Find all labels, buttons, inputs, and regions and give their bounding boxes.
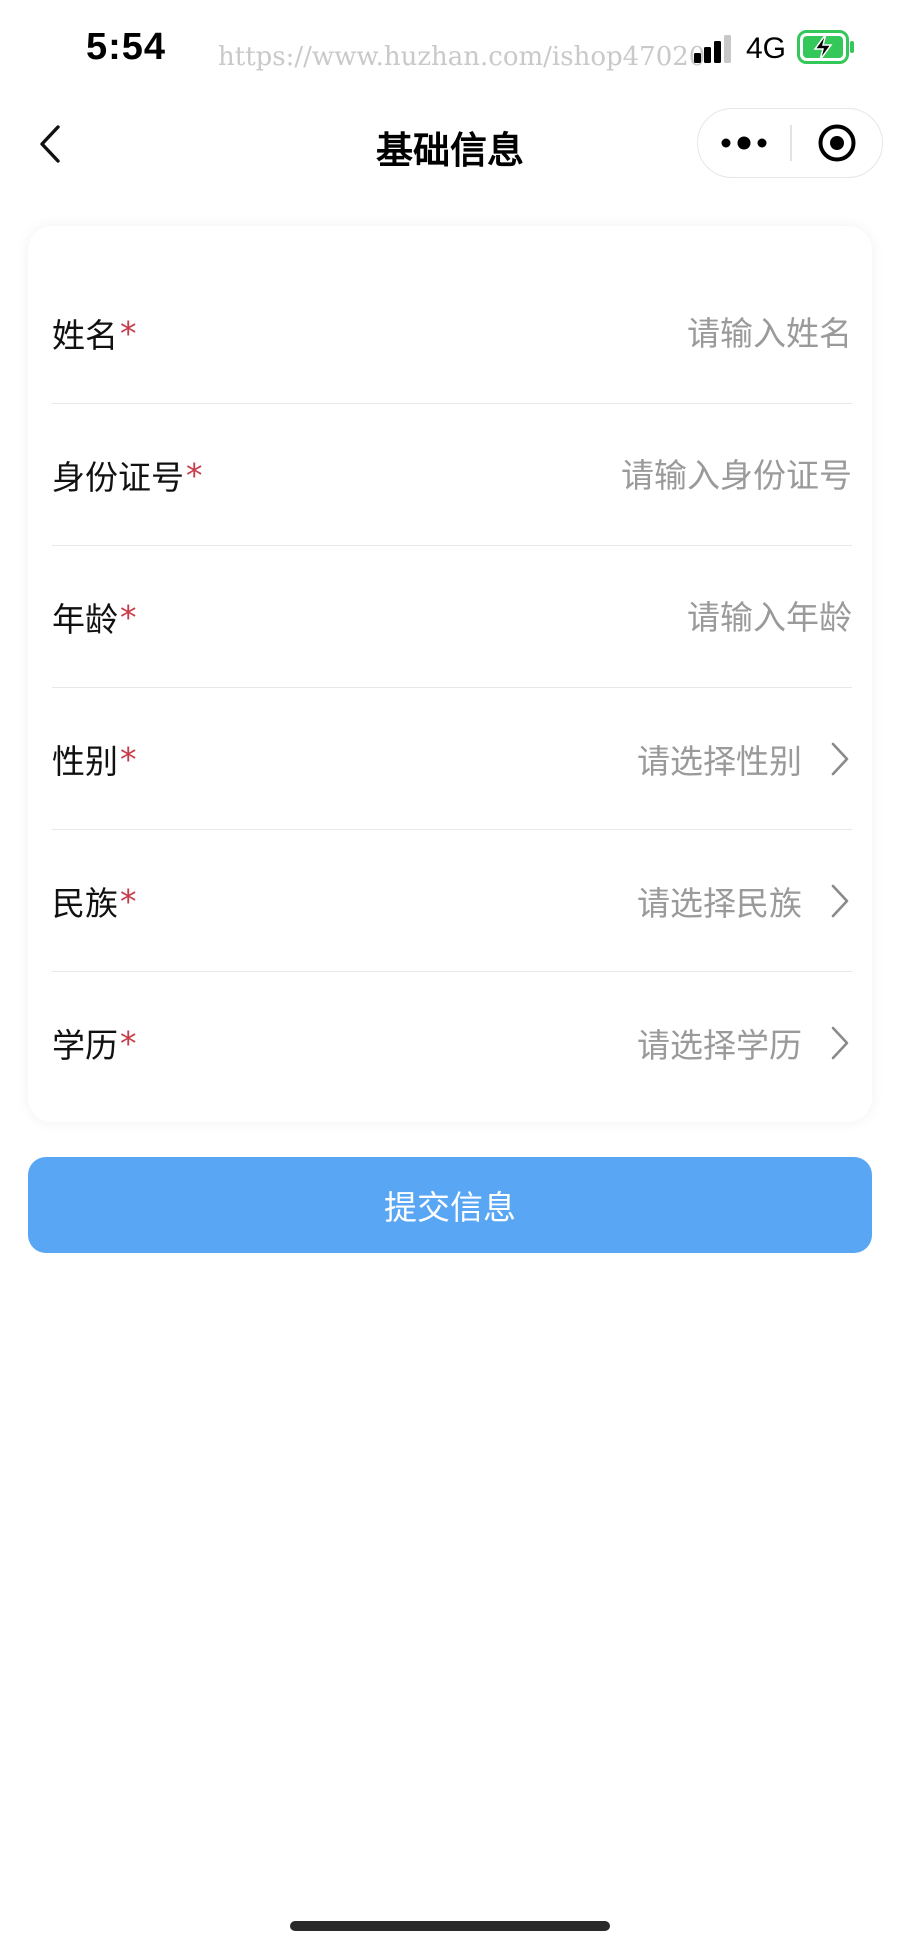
select-placeholder: 请选择学历 [637,1026,802,1065]
education-select[interactable]: 请选择学历 [637,972,852,1114]
required-mark: * [120,597,137,637]
mini-program-capsule [697,108,883,178]
field-label-text: 身份证号 [52,458,184,497]
more-dots-icon [721,136,767,149]
required-mark: * [120,313,137,353]
age-input[interactable] [432,586,852,648]
field-label: 性别 * [52,688,137,830]
required-mark: * [186,455,203,495]
required-mark: * [120,739,137,779]
form-row-name: 姓名 * [52,262,852,404]
battery-charging-icon [797,30,854,64]
required-mark: * [120,881,137,921]
form-row-education: 学历 * 请选择学历 [52,972,852,1114]
field-label: 姓名 * [52,262,137,404]
signal-bars-icon [694,35,731,63]
basic-info-form: 姓名* 身份证号* 年龄* 性别* 请选择性别 民族* [28,226,872,1122]
select-placeholder: 请选择性别 [637,742,802,781]
select-placeholder: 请选择民族 [637,884,802,923]
required-mark: * [120,1023,137,1063]
close-mini-program-button[interactable] [792,109,882,176]
name-input[interactable] [432,302,852,364]
target-circle-icon [818,124,856,161]
home-indicator [290,1921,610,1931]
field-label-text: 学历 [52,1026,118,1065]
gender-select[interactable]: 请选择性别 [637,688,852,830]
status-bar: 5:54 https://www.huzhan.com/ishop47020 4… [0,0,900,100]
field-label: 年龄 * [52,546,137,688]
network-type: 4G [746,32,787,65]
more-button[interactable] [698,109,790,176]
field-label: 民族 * [52,830,137,972]
watermark-url: https://www.huzhan.com/ishop47020 [218,42,706,72]
ethnicity-select[interactable]: 请选择民族 [637,830,852,972]
nav-bar: 基础信息 [0,100,900,190]
field-label: 学历 * [52,972,137,1114]
chevron-right-icon [828,740,852,778]
field-label-text: 姓名 [52,316,118,355]
form-row-id-number: 身份证号 * [52,404,852,546]
field-label-text: 年龄 [52,600,118,639]
field-label-text: 性别 [52,742,118,781]
form-row-ethnicity: 民族 * 请选择民族 [52,830,852,972]
status-time: 5:54 [86,26,167,68]
chevron-right-icon [828,882,852,920]
id-number-input[interactable] [432,444,852,506]
form-row-gender: 性别 * 请选择性别 [52,688,852,830]
chevron-right-icon [828,1024,852,1062]
field-label-text: 民族 [52,884,118,923]
form-row-age: 年龄 * [52,546,852,688]
field-label: 身份证号 * [52,404,203,546]
submit-button[interactable]: 提交信息 [28,1157,872,1253]
